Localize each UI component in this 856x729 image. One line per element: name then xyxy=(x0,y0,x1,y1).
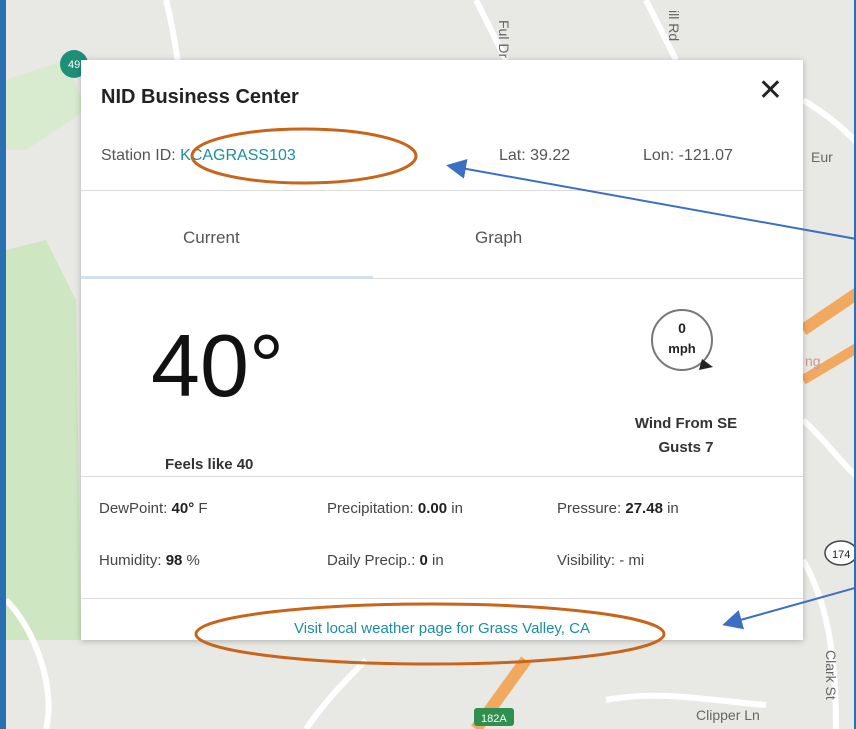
wind-unit: mph xyxy=(668,341,696,356)
feels-like: Feels like 40 xyxy=(165,456,254,473)
stat-unit: mi xyxy=(628,552,645,569)
wind-info: Wind From SE Gusts 7 xyxy=(611,412,761,460)
stat-label: DewPoint: xyxy=(99,500,168,517)
station-name: NID Business Center xyxy=(101,86,299,108)
stat-value: 98 xyxy=(165,552,183,569)
divider xyxy=(81,598,803,599)
dewpoint-stat: DewPoint: 40° F xyxy=(99,500,208,517)
stat-value: 27.48 xyxy=(625,500,663,517)
close-icon[interactable]: ✕ xyxy=(758,76,783,106)
local-weather-link[interactable]: Visit local weather page for Grass Valle… xyxy=(81,620,803,637)
current-temperature: 40° xyxy=(151,316,285,415)
divider xyxy=(81,278,803,279)
daily-precip-stat: Daily Precip.: 0 in xyxy=(327,552,444,569)
stat-label: Visibility: xyxy=(557,552,616,569)
stat-unit: % xyxy=(186,552,200,569)
map-label: Eur xyxy=(811,149,833,165)
stat-label: Daily Precip.: xyxy=(327,552,416,569)
wind-speed: 0 xyxy=(678,320,686,336)
tab-current[interactable]: Current xyxy=(183,228,240,248)
lon-label: Lon: xyxy=(643,147,675,164)
stat-label: Precipitation: xyxy=(327,500,414,517)
tab-graph[interactable]: Graph xyxy=(475,228,522,248)
stat-label: Humidity: xyxy=(99,552,162,569)
latitude: Lat: 39.22 xyxy=(499,147,570,165)
lat-label: Lat: xyxy=(499,147,526,164)
stat-value: 0.00 xyxy=(417,500,448,517)
longitude: Lon: -121.07 xyxy=(643,147,733,165)
stat-unit: F xyxy=(198,500,208,517)
stat-value: 40° xyxy=(171,500,195,517)
stat-unit: in xyxy=(667,500,679,517)
map-label: 182A xyxy=(481,713,507,725)
divider xyxy=(81,190,803,191)
park-area xyxy=(6,240,81,640)
stat-unit: in xyxy=(451,500,463,517)
humidity-stat: Humidity: 98 % xyxy=(99,552,200,569)
precipitation-stat: Precipitation: 0.00 in xyxy=(327,500,463,517)
map-label: ill Rd xyxy=(666,10,682,41)
map-label: ng xyxy=(805,353,821,369)
station-id-row: Station ID: KCAGRASS103 xyxy=(101,147,296,165)
map-label: Clipper Ln xyxy=(696,707,760,723)
lat-value: 39.22 xyxy=(530,147,571,164)
divider xyxy=(81,476,803,477)
map-label: 49 xyxy=(68,59,80,71)
screenshot-frame: 49 Ful Dr ill Rd Eur ng 174 Clark St 182… xyxy=(0,0,856,729)
pressure-stat: Pressure: 27.48 in xyxy=(557,500,679,517)
wind-direction: Wind From SE xyxy=(634,415,738,432)
station-id-label: Station ID: xyxy=(101,147,176,164)
stat-value: - xyxy=(619,552,625,569)
visibility-stat: Visibility: - mi xyxy=(557,552,644,569)
stat-label: Pressure: xyxy=(557,500,622,517)
map-label: Clark St xyxy=(823,650,839,700)
station-id-link[interactable]: KCAGRASS103 xyxy=(180,147,296,164)
wind-gusts: Gusts 7 xyxy=(658,439,714,456)
stat-value: 0 xyxy=(419,552,428,569)
stat-unit: in xyxy=(432,552,444,569)
map-label: Ful Dr xyxy=(496,20,512,58)
map-label: 174 xyxy=(832,549,850,561)
lon-value: -121.07 xyxy=(678,147,733,164)
wind-gauge-icon: 0 mph xyxy=(651,309,713,371)
weather-station-popup: NID Business Center ✕ Station ID: KCAGRA… xyxy=(81,60,803,640)
